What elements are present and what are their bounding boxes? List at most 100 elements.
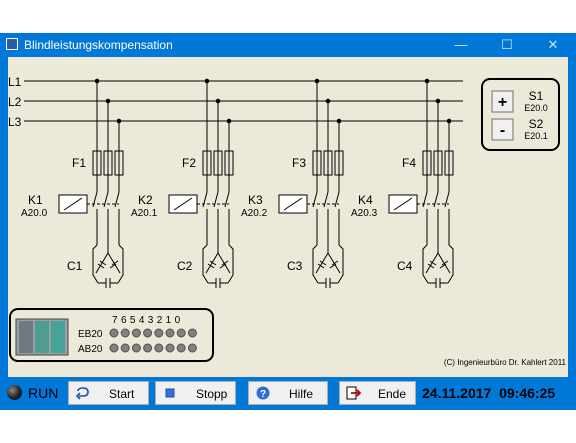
input-led <box>176 328 186 338</box>
contactor-address: A20.1 <box>131 208 158 219</box>
stop-button[interactable]: Stopp <box>155 381 236 405</box>
contact-blade <box>103 191 109 208</box>
input-led <box>131 328 141 338</box>
cap-wire <box>202 244 209 284</box>
loop-icon <box>75 387 89 400</box>
input-led <box>154 328 164 338</box>
output-led <box>109 343 119 353</box>
capacitor-label: C2 <box>177 259 193 273</box>
plc-module-io <box>51 321 65 353</box>
cap-branch <box>95 252 121 274</box>
output-led <box>120 343 130 353</box>
fuse-label: F4 <box>402 156 416 170</box>
window-title: Blindleistungskompensation <box>24 38 173 52</box>
contactor-label: K1 <box>28 193 43 207</box>
cap-wire <box>422 244 429 284</box>
contactor-address: A20.3 <box>351 208 378 219</box>
title-bar: Blindleistungskompensation — ☐ ✕ <box>0 33 576 57</box>
compensation-stage: F4 K4A20.3 C4 <box>351 78 454 288</box>
minimize-button[interactable]: — <box>438 33 484 57</box>
output-led <box>176 343 186 353</box>
date-value: 24.11.2017 <box>422 385 492 401</box>
contact-blade <box>114 191 120 208</box>
datetime-display: 24.11.2017 09:46:25 <box>422 385 555 401</box>
plc-module-cpu <box>35 321 49 353</box>
cap-wire <box>447 244 454 284</box>
contactor-address: A20.2 <box>241 208 268 219</box>
contactor-label: K2 <box>138 193 153 207</box>
compensation-stage: F2 K2A20.1 C2 <box>131 78 234 288</box>
output-led <box>154 343 164 353</box>
close-button[interactable]: ✕ <box>530 33 576 57</box>
help-label: Hilfe <box>289 387 314 401</box>
fuse-label: F3 <box>292 156 306 170</box>
compensation-stage: F1 K1A20.0 C1 <box>21 78 124 288</box>
contactor-label: K3 <box>248 193 263 207</box>
output-byte-label: AB20 <box>78 344 103 355</box>
cap-wire <box>92 244 99 284</box>
plus-symbol: + <box>498 94 507 111</box>
cap-wire <box>312 244 319 284</box>
minus-symbol: - <box>500 122 505 139</box>
circuit-diagram: L1L2L3F1K1A20.0C1F2K2A20.1C2F3K3A20.2C3F… <box>8 75 567 367</box>
capacitor-label: C3 <box>287 259 303 273</box>
cap-plate <box>325 278 331 288</box>
input-led <box>187 328 197 338</box>
svg-text:?: ? <box>260 389 266 400</box>
contact-blade <box>334 191 340 208</box>
input-led <box>165 328 175 338</box>
exit-icon <box>346 386 362 400</box>
stop-label: Stopp <box>196 387 228 401</box>
input-led <box>109 328 119 338</box>
contact-blade <box>323 191 329 208</box>
cap-wire <box>337 244 344 284</box>
input-led <box>143 328 153 338</box>
capacitor-label: C1 <box>67 259 83 273</box>
help-icon: ? <box>256 386 270 400</box>
contact-blade <box>433 191 439 208</box>
schematic-panel: L1 L2 L3 F1 K1 A20.0 C1 F2 K2 A20.1 C2 F3 K3 A20.2 C3 F… <box>8 57 568 378</box>
contact-blade <box>202 191 208 208</box>
contact-blade <box>422 191 428 208</box>
bus-line-label: L2 <box>8 95 22 109</box>
cap-plate <box>105 278 111 288</box>
stop-icon <box>165 388 175 398</box>
start-button[interactable]: Start <box>68 381 149 405</box>
increase-button[interactable]: + <box>491 90 514 113</box>
input-led <box>120 328 130 338</box>
switch-s1-address: E20.0 <box>524 103 548 113</box>
switch-s1-label: S1 <box>529 89 544 103</box>
run-indicator-led <box>7 385 22 400</box>
contact-blade <box>444 191 450 208</box>
plc-panel: 7 6 5 4 3 2 1 0 EB20 AB20 <box>9 308 214 362</box>
decrease-button[interactable]: - <box>491 118 514 141</box>
start-label: Start <box>109 387 135 401</box>
end-button[interactable]: Ende <box>339 381 416 405</box>
contact-blade <box>213 191 219 208</box>
app-icon <box>6 38 18 50</box>
run-label: RUN <box>28 385 59 401</box>
switch-panel: + S1E20.0 - S2E20.1 <box>481 78 560 151</box>
output-led <box>143 343 153 353</box>
switch-s2-label: S2 <box>529 117 544 131</box>
cap-plate <box>215 278 221 288</box>
app-window: Blindleistungskompensation — ☐ ✕ L1 L2 L3 F… <box>0 33 576 410</box>
switch-s2-address: E20.1 <box>524 131 548 141</box>
compensation-stage: F3 K3A20.2 C3 <box>241 78 344 288</box>
time-value: 09:46:25 <box>499 385 556 401</box>
input-byte-label: EB20 <box>78 329 103 340</box>
cap-wire <box>117 244 124 284</box>
cap-branch <box>315 252 341 274</box>
maximize-button[interactable]: ☐ <box>484 33 530 57</box>
contact-blade <box>224 191 230 208</box>
copyright-text: (C) Ingenieurbüro Dr. Kahlert 2011 <box>444 358 567 367</box>
contact-blade <box>312 191 318 208</box>
bus-line-label: L1 <box>8 75 22 89</box>
output-led <box>131 343 141 353</box>
plc-module-psu <box>19 321 33 353</box>
bus-line-label: L3 <box>8 115 22 129</box>
help-button[interactable]: ? Hilfe <box>248 381 328 405</box>
capacitor-label: C4 <box>397 259 413 273</box>
bit-index-header: 7 6 5 4 3 2 1 0 <box>112 315 181 326</box>
cap-wire <box>227 244 234 284</box>
